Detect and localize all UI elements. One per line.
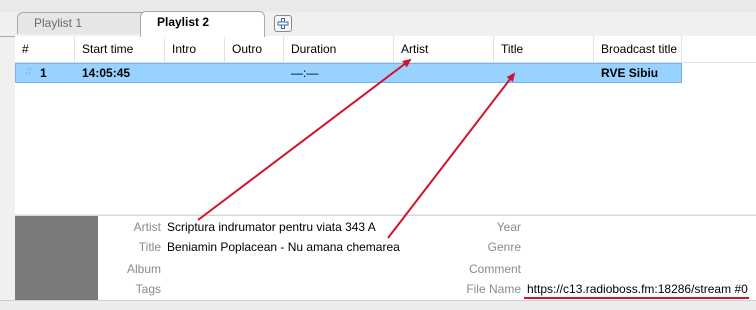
album-value[interactable] <box>167 261 367 277</box>
track-info-panel: Artist Scriptura indrumator pentru viata… <box>15 215 756 301</box>
column-header-artist[interactable]: Artist <box>394 36 494 62</box>
column-header-duration[interactable]: Duration <box>284 36 394 62</box>
music-note-icon: ♫ <box>24 65 33 77</box>
column-header-start-time[interactable]: Start time <box>75 36 165 62</box>
tags-label: Tags <box>135 282 161 296</box>
column-header-outro[interactable]: Outro <box>225 36 284 62</box>
title-value[interactable]: Beniamin Poplacean - Nu amana chemarea <box>167 239 400 255</box>
album-art <box>15 216 98 301</box>
artist-value[interactable]: Scriptura indrumator pentru viata 343 A <box>167 219 376 235</box>
row-number: 1 <box>40 66 47 80</box>
artist-label: Artist <box>133 220 161 234</box>
playlist-grid: # Start time Intro Outro Duration Artist… <box>15 36 756 214</box>
column-header-number[interactable]: # <box>15 36 75 62</box>
row-broadcast-title: RVE Sibiu <box>601 66 659 80</box>
playlist-tabbar: Playlist 1 Playlist 2 <box>0 10 756 37</box>
tab-playlist-2[interactable]: Playlist 2 <box>140 11 265 37</box>
year-label: Year <box>496 220 521 234</box>
album-label: Album <box>126 262 161 276</box>
filename-label: File Name <box>466 282 521 296</box>
column-header-intro[interactable]: Intro <box>165 36 225 62</box>
column-header-title[interactable]: Title <box>494 36 594 62</box>
column-header-broadcast-title[interactable]: Broadcast title <box>594 36 682 62</box>
filename-value[interactable]: https://c13.radioboss.fm:18286/stream #0 <box>527 281 748 297</box>
tags-value[interactable] <box>167 281 367 297</box>
plus-icon <box>277 18 289 29</box>
row-start-time: 14:05:45 <box>82 66 131 80</box>
tab-playlist-1[interactable]: Playlist 1 <box>17 12 147 34</box>
comment-label: Comment <box>468 262 521 276</box>
row-duration: —:— <box>291 66 319 80</box>
table-row[interactable]: ♫ 1 14:05:45 —:— RVE Sibiu <box>15 63 682 83</box>
genre-label: Genre <box>487 240 521 254</box>
grid-header: # Start time Intro Outro Duration Artist… <box>15 36 756 63</box>
title-label: Title <box>138 240 161 254</box>
add-playlist-button[interactable] <box>274 15 292 32</box>
